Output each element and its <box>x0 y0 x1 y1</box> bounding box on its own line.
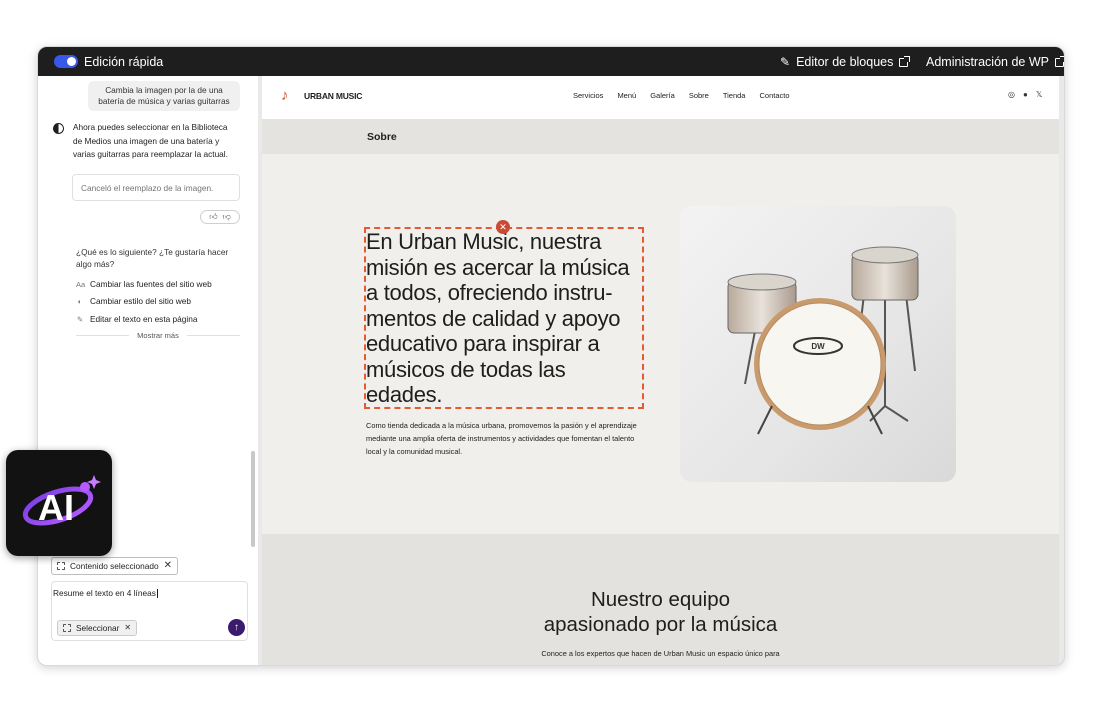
suggestion-change-style[interactable]: ◐ Cambiar estilo del sitio web <box>76 296 191 306</box>
drum-kit-illustration: DW <box>727 246 919 435</box>
x-icon[interactable]: 𝕏 <box>1036 90 1042 99</box>
close-icon[interactable]: ✕ <box>124 624 131 632</box>
remove-context-icon[interactable]: ✕ <box>164 561 172 571</box>
suggestion-label: Cambiar las fuentes del sitio web <box>90 279 212 289</box>
nav-item-contacto[interactable]: Contacto <box>759 91 789 100</box>
prompt-value: Resume el texto en 4 líneas <box>53 588 156 598</box>
team-section: Nuestro equipo apasionado por la música … <box>262 534 1059 665</box>
selected-content-chip: Contenido seleccionado ✕ <box>51 557 178 575</box>
music-note-icon: ♪ <box>281 87 289 104</box>
wp-admin-link[interactable]: Administración de WP <box>926 55 1064 69</box>
select-icon <box>63 624 71 632</box>
font-icon: Aa <box>76 279 86 289</box>
select-button[interactable]: Seleccionar ✕ <box>57 620 138 636</box>
site-logo[interactable]: URBAN MUSIC <box>304 91 362 101</box>
select-label: Seleccionar <box>76 623 120 633</box>
team-subtitle: Conoce a los expertos que hacen de Urban… <box>541 649 780 658</box>
external-link-icon <box>1054 55 1064 67</box>
user-message: Cambia la imagen por la de una batería d… <box>88 81 240 111</box>
team-title: Nuestro equipo apasionado por la música <box>543 588 778 636</box>
nav-item-sobre[interactable]: Sobre <box>689 91 709 100</box>
quick-edit-label: Edición rápida <box>84 55 164 69</box>
site-nav: Servicios Menú Galería Sobre Tienda Cont… <box>573 91 804 100</box>
ai-logo-icon: AI <box>22 475 101 528</box>
social-links: ◎ ● 𝕏 <box>1008 90 1042 99</box>
nav-item-servicios[interactable]: Servicios <box>573 91 603 100</box>
thumbs-up-icon[interactable]: 👍︎ <box>209 212 217 222</box>
section-title: Sobre <box>367 131 397 143</box>
quick-edit-toggle[interactable] <box>54 55 78 68</box>
site-header: ♪ URBAN MUSIC Servicios Menú Galería Sob… <box>262 76 1059 119</box>
external-link-icon <box>899 55 911 67</box>
deselect-icon[interactable]: ✕ <box>496 220 510 234</box>
selected-content-label: Contenido seleccionado <box>70 561 159 571</box>
thumbs-down-icon[interactable]: 👎︎ <box>223 212 231 222</box>
facebook-icon[interactable]: ● <box>1023 90 1028 99</box>
status-message: Canceló el reemplazo de la imagen. <box>72 174 240 201</box>
assistant-avatar-icon <box>53 123 64 134</box>
drum-kit-image[interactable]: DW <box>680 206 956 482</box>
suggestion-edit-text[interactable]: ✎ Editar el texto en esta página <box>76 314 198 324</box>
prompt-input[interactable]: Resume el texto en 4 líneas Seleccionar … <box>51 581 248 641</box>
about-paragraph[interactable]: Como tienda dedicada a la música urbana,… <box>366 419 651 458</box>
chat-scrollbar[interactable] <box>251 451 255 547</box>
contrast-icon: ◐ <box>77 296 83 306</box>
ai-logo-text: AI <box>38 487 74 528</box>
wp-admin-label: Administración de WP <box>926 55 1049 69</box>
suggestion-change-fonts[interactable]: Aa Cambiar las fuentes del sitio web <box>76 279 212 289</box>
show-more-divider: Mostrar más <box>76 331 241 340</box>
prompt-text[interactable]: Resume el texto en 4 líneas <box>53 588 158 599</box>
svg-text:DW: DW <box>811 342 825 351</box>
show-more-button[interactable]: Mostrar más <box>137 331 179 340</box>
top-bar: Edición rápida ✎ Editor de bloques Admin… <box>38 47 1064 76</box>
assistant-message: Ahora puedes seleccionar en la Bibliotec… <box>73 122 228 159</box>
app-window: Edición rápida ✎ Editor de bloques Admin… <box>37 46 1065 666</box>
instagram-icon[interactable]: ◎ <box>1008 90 1015 99</box>
pencil-icon: ✎ <box>780 55 791 69</box>
ai-chat-panel: Cambia la imagen por la de una batería d… <box>38 76 258 665</box>
pencil-icon: ✎ <box>76 314 84 324</box>
suggestion-label: Editar el texto en esta página <box>90 314 198 324</box>
feedback-buttons: 👍︎ 👎︎ <box>200 210 240 224</box>
suggestion-label: Cambiar estilo del sitio web <box>90 296 191 306</box>
site-preview: ♪ URBAN MUSIC Servicios Menú Galería Sob… <box>262 76 1059 665</box>
block-editor-link[interactable]: ✎ Editor de bloques <box>780 55 911 69</box>
send-button[interactable]: ↑ <box>228 619 245 636</box>
ai-assistant-badge[interactable]: AI <box>6 450 112 556</box>
block-editor-label: Editor de bloques <box>796 55 894 69</box>
selection-icon <box>57 562 65 570</box>
about-heading[interactable]: En Urban Music, nuestra misión es acerca… <box>366 229 640 408</box>
nav-item-menu[interactable]: Menú <box>617 91 636 100</box>
nav-item-galeria[interactable]: Galería <box>650 91 675 100</box>
next-question: ¿Qué es lo siguiente? ¿Te gustaría hacer… <box>76 247 229 269</box>
nav-item-tienda[interactable]: Tienda <box>723 91 746 100</box>
section-title-bar: Sobre <box>262 119 1059 154</box>
